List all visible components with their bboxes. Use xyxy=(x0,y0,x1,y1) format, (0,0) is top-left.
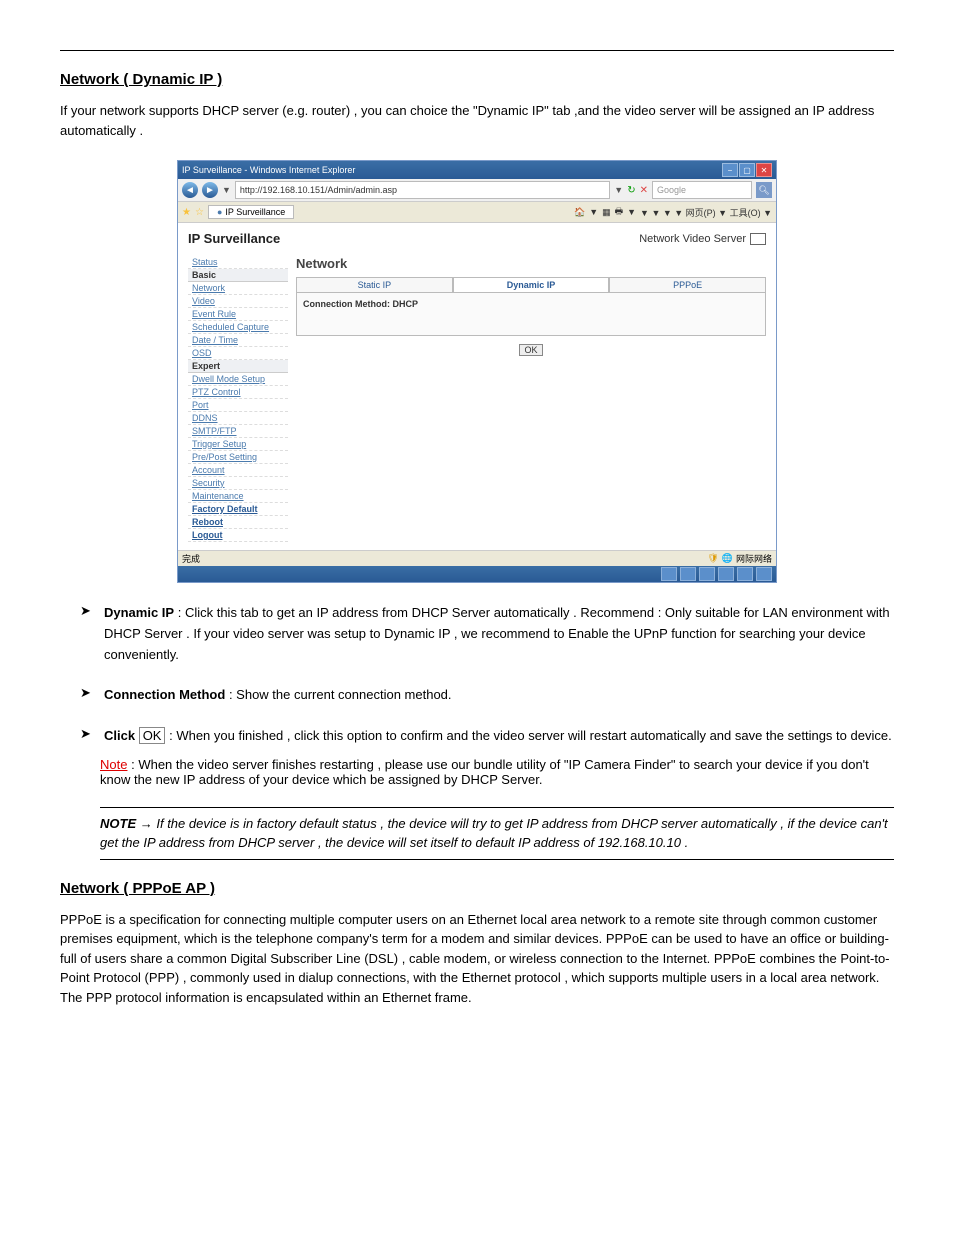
intro-text: If your network supports DHCP server (e.… xyxy=(60,101,894,140)
close-icon[interactable]: ✕ xyxy=(756,163,772,177)
main-title: Network xyxy=(296,256,766,271)
page-title: IP Surveillance xyxy=(188,231,280,246)
url-input[interactable]: http://192.168.10.151/Admin/admin.asp xyxy=(235,181,610,199)
globe-icon: 🌐 xyxy=(722,553,733,564)
stop-icon[interactable]: ✕ xyxy=(640,185,648,196)
sidebar-item-logout[interactable]: Logout xyxy=(188,529,288,542)
sidebar-item-account[interactable]: Account xyxy=(188,464,288,477)
sidebar-item-video[interactable]: Video xyxy=(188,295,288,308)
tray-icon[interactable] xyxy=(699,567,715,581)
search-go-icon[interactable]: 🔍︎ xyxy=(756,182,772,198)
home-icon[interactable]: 🏠 xyxy=(574,207,585,218)
sidebar-item-reboot[interactable]: Reboot xyxy=(188,516,288,529)
sidebar-item-security[interactable]: Security xyxy=(188,477,288,490)
add-favorites-icon[interactable]: ☆ xyxy=(195,207,204,218)
status-left: 完成 xyxy=(182,552,200,565)
camera-icon xyxy=(750,233,766,245)
note-prefix: Note xyxy=(100,757,127,772)
browser-titlebar: IP Surveillance - Windows Internet Explo… xyxy=(178,161,776,179)
sidebar-item-osd[interactable]: OSD xyxy=(188,347,288,360)
browser-tab[interactable]: ● IP Surveillance xyxy=(208,205,294,219)
tray-icon[interactable] xyxy=(680,567,696,581)
sidebar-item-trigger-setup[interactable]: Trigger Setup xyxy=(188,438,288,451)
tray-icon[interactable] xyxy=(756,567,772,581)
sidebar-item-port[interactable]: Port xyxy=(188,399,288,412)
note-text: : When the video server finishes restart… xyxy=(100,757,869,787)
tab-label: IP Surveillance xyxy=(225,207,285,217)
forward-icon[interactable]: ► xyxy=(202,182,218,198)
favorites-star-icon[interactable]: ★ xyxy=(182,207,191,218)
shield-icon: 🛡 xyxy=(707,553,718,564)
sidebar: Status Basic Network Video Event Rule Sc… xyxy=(188,256,288,542)
triangle-bullet-icon: ➤ xyxy=(80,603,94,665)
section-header-pppoe: Network ( PPPoE AP ) xyxy=(60,880,894,897)
sidebar-item-network[interactable]: Network xyxy=(188,282,288,295)
boxed-note: NOTE → If the device is in factory defau… xyxy=(100,807,894,860)
sidebar-item-ddns[interactable]: DDNS xyxy=(188,412,288,425)
tab-dynamic-ip[interactable]: Dynamic IP xyxy=(453,277,610,293)
bullet-label: Click OK xyxy=(104,727,165,744)
sidebar-item-smtp-ftp[interactable]: SMTP/FTP xyxy=(188,425,288,438)
sidebar-group-basic: Basic xyxy=(188,269,288,282)
section-header-dynamic-ip: Network ( Dynamic IP ) xyxy=(60,71,894,88)
sidebar-item-maintenance[interactable]: Maintenance xyxy=(188,490,288,503)
note-block: Note : When the video server finishes re… xyxy=(100,757,894,787)
sidebar-item-scheduled-capture[interactable]: Scheduled Capture xyxy=(188,321,288,334)
tray-icon[interactable] xyxy=(737,567,753,581)
pppoe-intro-text: PPPoE is a specification for connecting … xyxy=(60,910,894,1008)
triangle-bullet-icon: ➤ xyxy=(80,685,94,706)
sidebar-item-event-rule[interactable]: Event Rule xyxy=(188,308,288,321)
tab-pppoe[interactable]: PPPoE xyxy=(609,277,766,293)
sidebar-item-pre-post[interactable]: Pre/Post Setting xyxy=(188,451,288,464)
refresh-icon[interactable]: ↻ xyxy=(627,185,635,196)
sidebar-item-dwell-mode[interactable]: Dwell Mode Setup xyxy=(188,373,288,386)
ok-button[interactable]: OK xyxy=(519,344,542,356)
triangle-bullet-icon: ➤ xyxy=(80,726,94,747)
taskbar-tray xyxy=(178,566,776,582)
maximize-icon[interactable]: ▢ xyxy=(739,163,755,177)
boxed-note-text: → If the device is in factory default st… xyxy=(100,816,888,851)
connection-method-panel: Connection Method: DHCP xyxy=(296,293,766,336)
tray-icon[interactable] xyxy=(661,567,677,581)
tab-static-ip[interactable]: Static IP xyxy=(296,277,453,293)
bullet-text: When you finished , click this option to… xyxy=(176,728,891,743)
page-subtitle: Network Video Server xyxy=(639,233,766,245)
bullet-label: Dynamic IP xyxy=(104,605,174,620)
bullet-text: Click this tab to get an IP address from… xyxy=(104,605,890,662)
feed-icon[interactable]: ▦ xyxy=(602,207,611,218)
sidebar-group-expert: Expert xyxy=(188,360,288,373)
bullet-click-ok: ➤ Click OK : When you finished , click t… xyxy=(80,726,894,747)
back-icon[interactable]: ◄ xyxy=(182,182,198,198)
browser-toolbar[interactable]: 🏠▼ ▦ 🖶▼ ▼ ▼ ▼ ▼ 网页(P) ▼ 工具(O) ▼ xyxy=(574,204,772,220)
bullet-text: Show the current connection method. xyxy=(236,687,451,702)
print-icon[interactable]: 🖶 xyxy=(615,204,624,220)
sidebar-item-date-time[interactable]: Date / Time xyxy=(188,334,288,347)
note-label: NOTE xyxy=(100,816,136,831)
sidebar-item-ptz-control[interactable]: PTZ Control xyxy=(188,386,288,399)
sidebar-item-factory-default[interactable]: Factory Default xyxy=(188,503,288,516)
bullet-connection-method: ➤ Connection Method : Show the current c… xyxy=(80,685,894,706)
screenshot: IP Surveillance - Windows Internet Explo… xyxy=(177,160,777,583)
tray-icon[interactable] xyxy=(718,567,734,581)
minimize-icon[interactable]: − xyxy=(722,163,738,177)
zone-label: 网际网络 xyxy=(736,552,772,565)
window-title: IP Surveillance - Windows Internet Explo… xyxy=(182,165,355,175)
sidebar-item-status[interactable]: Status xyxy=(188,256,288,269)
bullet-label: Connection Method xyxy=(104,687,225,702)
bullet-dynamic-ip: ➤ Dynamic IP : Click this tab to get an … xyxy=(80,603,894,665)
search-input[interactable]: Google xyxy=(652,181,752,199)
